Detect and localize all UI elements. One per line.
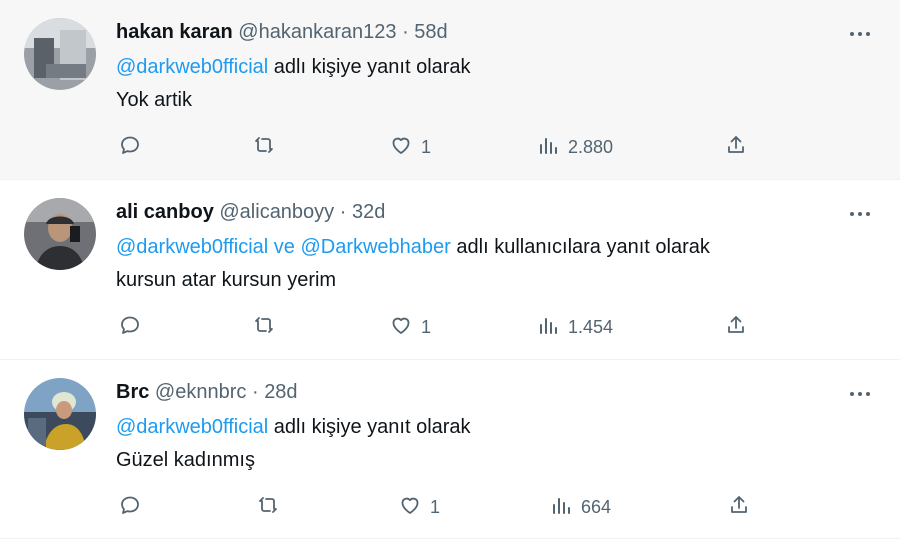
- tweet[interactable]: Brc @eknnbrc · 28d @darkweb0fficial adlı…: [0, 360, 900, 539]
- share-button[interactable]: [727, 490, 751, 524]
- tweet[interactable]: hakan karan @hakankaran123 · 58d @darkwe…: [0, 0, 900, 180]
- reply-icon: [118, 313, 142, 342]
- tweet-header: ali canboy @alicanboyy · 32d: [116, 199, 385, 225]
- retweet-button[interactable]: [252, 130, 276, 164]
- view-count: 664: [581, 497, 612, 517]
- reply-mention-link[interactable]: @darkweb0fficial ve @Darkwebhaber: [116, 236, 451, 258]
- retweet-icon: [252, 313, 276, 342]
- tweet-text: kursun atar kursun yerim: [116, 269, 337, 291]
- user-handle[interactable]: @alicanboyy: [219, 201, 334, 223]
- reply-mention-link[interactable]: @darkweb0fficial: [116, 56, 268, 78]
- avatar[interactable]: [24, 378, 96, 450]
- reply-mention-link[interactable]: @darkweb0fficial: [116, 416, 268, 438]
- like-count: 1: [421, 137, 432, 157]
- separator-dot: ·: [402, 21, 409, 43]
- separator-dot: ·: [251, 381, 259, 403]
- share-button[interactable]: [724, 310, 748, 344]
- tweet-text: Güzel kadınmış: [116, 449, 255, 471]
- reply-icon: [118, 133, 142, 162]
- like-button[interactable]: 1: [398, 490, 440, 524]
- replying-to: @darkweb0fficial adlı kişiye yanıt olara…: [116, 414, 471, 440]
- action-bar: 1 664: [0, 490, 900, 524]
- views-icon: [536, 133, 560, 162]
- action-bar: 1 1.454: [0, 310, 900, 344]
- more-icon[interactable]: [848, 24, 872, 44]
- tweet-text: Yok artik: [116, 89, 192, 111]
- like-count: 1: [421, 317, 432, 337]
- avatar[interactable]: [24, 18, 96, 90]
- reply-suffix: adlı kişiye yanıt olarak: [268, 56, 471, 78]
- reply-suffix: adlı kişiye yanıt olarak: [268, 416, 471, 438]
- share-button[interactable]: [724, 130, 748, 164]
- view-count: 2.880: [568, 137, 614, 157]
- share-icon: [724, 133, 748, 162]
- reply-button[interactable]: [118, 310, 142, 344]
- replying-to: @darkweb0fficial ve @Darkwebhaber adlı k…: [116, 234, 710, 260]
- more-icon[interactable]: [848, 204, 872, 224]
- tweet-header: Brc @eknnbrc · 28d: [116, 379, 298, 405]
- views-button[interactable]: 1.454: [536, 310, 613, 344]
- retweet-icon: [256, 493, 280, 522]
- like-count: 1: [430, 497, 441, 517]
- heart-icon: [389, 313, 413, 342]
- like-button[interactable]: 1: [389, 310, 431, 344]
- avatar[interactable]: [24, 198, 96, 270]
- heart-icon: [398, 493, 422, 522]
- reply-button[interactable]: [118, 490, 142, 524]
- reply-icon: [118, 493, 142, 522]
- like-button[interactable]: 1: [389, 130, 431, 164]
- user-handle[interactable]: @hakankaran123: [238, 21, 396, 43]
- share-icon: [727, 493, 751, 522]
- heart-icon: [389, 133, 413, 162]
- timestamp[interactable]: 28d: [264, 381, 297, 403]
- display-name[interactable]: Brc: [116, 381, 149, 403]
- tweet[interactable]: ali canboy @alicanboyy · 32d @darkweb0ff…: [0, 180, 900, 360]
- retweet-icon: [252, 133, 276, 162]
- retweet-button[interactable]: [256, 490, 280, 524]
- views-icon: [549, 493, 573, 522]
- replying-to: @darkweb0fficial adlı kişiye yanıt olara…: [116, 54, 471, 80]
- reply-suffix: adlı kullanıcılara yanıt olarak: [450, 236, 710, 258]
- reply-button[interactable]: [118, 130, 142, 164]
- timestamp[interactable]: 32d: [352, 201, 385, 223]
- timestamp[interactable]: 58d: [414, 21, 447, 43]
- share-icon: [724, 313, 748, 342]
- retweet-button[interactable]: [252, 310, 276, 344]
- separator-dot: ·: [339, 201, 347, 223]
- display-name[interactable]: ali canboy: [116, 201, 214, 223]
- view-count: 1.454: [568, 317, 614, 337]
- views-icon: [536, 313, 560, 342]
- tweet-header: hakan karan @hakankaran123 · 58d: [116, 19, 448, 45]
- more-icon[interactable]: [848, 384, 872, 404]
- views-button[interactable]: 664: [549, 490, 611, 524]
- views-button[interactable]: 2.880: [536, 130, 613, 164]
- action-bar: 1 2.880: [0, 130, 900, 164]
- display-name[interactable]: hakan karan: [116, 21, 233, 43]
- user-handle[interactable]: @eknnbrc: [155, 381, 246, 403]
